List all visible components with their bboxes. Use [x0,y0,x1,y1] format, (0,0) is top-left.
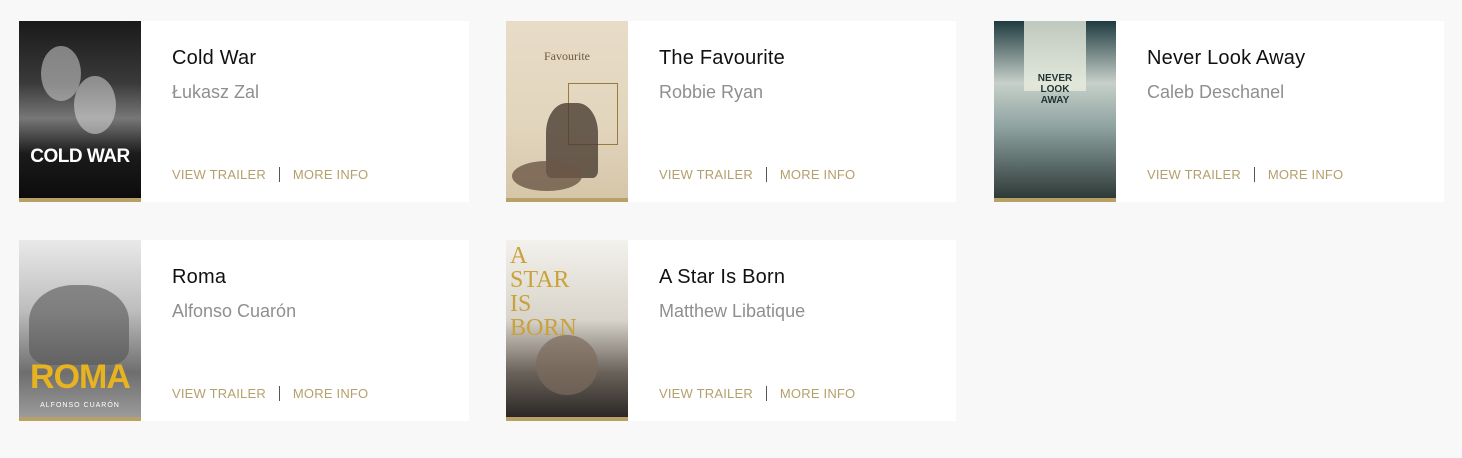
film-title[interactable]: A Star Is Born [659,266,785,289]
view-trailer-link[interactable]: VIEW TRAILER [659,167,753,182]
film-title[interactable]: The Favourite [659,47,785,70]
poster-art [29,285,129,365]
film-title[interactable]: Cold War [172,47,256,70]
poster-art [74,76,116,134]
film-card-roma: ROMA ALFONSO CUARÓN Roma Alfonso Cuarón … [19,240,469,421]
film-title[interactable]: Roma [172,266,226,289]
cinematographer-name: Caleb Deschanel [1147,82,1285,102]
poster-roma[interactable]: ROMA ALFONSO CUARÓN [19,240,141,421]
cinematographer-name: Łukasz Zal [172,82,260,102]
poster-title-text: COLD WAR [30,146,130,167]
card-links: VIEW TRAILER MORE INFO [659,386,855,401]
film-card-the-favourite: Favourite The Favourite Robbie Ryan VIEW… [506,21,956,202]
film-card-cold-war: COLD WAR Cold War Łukasz Zal VIEW TRAILE… [19,21,469,202]
cinematographer-name: Robbie Ryan [659,82,764,102]
more-info-link[interactable]: MORE INFO [293,167,368,182]
poster-cold-war[interactable]: COLD WAR [19,21,141,202]
poster-title-text: Favourite [544,49,590,63]
poster-art [512,161,582,191]
view-trailer-link[interactable]: VIEW TRAILER [659,386,753,401]
film-info: Never Look Away Caleb Deschanel VIEW TRA… [1116,21,1444,202]
view-trailer-link[interactable]: VIEW TRAILER [172,386,266,401]
film-info: Roma Alfonso Cuarón VIEW TRAILER MORE IN… [141,240,469,421]
poster-never-look-away[interactable]: NEVER LOOK AWAY [994,21,1116,202]
film-title[interactable]: Never Look Away [1147,47,1305,70]
film-info: The Favourite Robbie Ryan VIEW TRAILER M… [628,21,956,202]
more-info-link[interactable]: MORE INFO [780,167,855,182]
poster-subtitle-text: ALFONSO CUARÓN [40,402,120,409]
poster-art [536,335,598,395]
link-separator [765,167,767,182]
film-card-a-star-is-born: A STAR IS BORN A Star Is Born Matthew Li… [506,240,956,421]
link-separator [278,386,280,401]
film-card-never-look-away: NEVER LOOK AWAY Never Look Away Caleb De… [994,21,1444,202]
poster-title-text: NEVER LOOK AWAY [1037,73,1073,106]
film-info: A Star Is Born Matthew Libatique VIEW TR… [628,240,956,421]
poster-title-text: ROMA [30,358,131,396]
link-separator [1253,167,1255,182]
more-info-link[interactable]: MORE INFO [1268,167,1343,182]
more-info-link[interactable]: MORE INFO [780,386,855,401]
cinematographer-name: Alfonso Cuarón [172,301,297,321]
view-trailer-link[interactable]: VIEW TRAILER [172,167,266,182]
card-links: VIEW TRAILER MORE INFO [659,167,855,182]
link-separator [765,386,767,401]
view-trailer-link[interactable]: VIEW TRAILER [1147,167,1241,182]
film-info: Cold War Łukasz Zal VIEW TRAILER MORE IN… [141,21,469,202]
more-info-link[interactable]: MORE INFO [293,386,368,401]
link-separator [278,167,280,182]
poster-the-favourite[interactable]: Favourite [506,21,628,202]
film-grid: COLD WAR Cold War Łukasz Zal VIEW TRAILE… [0,0,1462,458]
card-links: VIEW TRAILER MORE INFO [172,386,368,401]
poster-a-star-is-born[interactable]: A STAR IS BORN [506,240,628,421]
card-links: VIEW TRAILER MORE INFO [172,167,368,182]
poster-title-text: A STAR IS BORN [510,243,577,341]
card-links: VIEW TRAILER MORE INFO [1147,167,1343,182]
cinematographer-name: Matthew Libatique [659,301,806,321]
